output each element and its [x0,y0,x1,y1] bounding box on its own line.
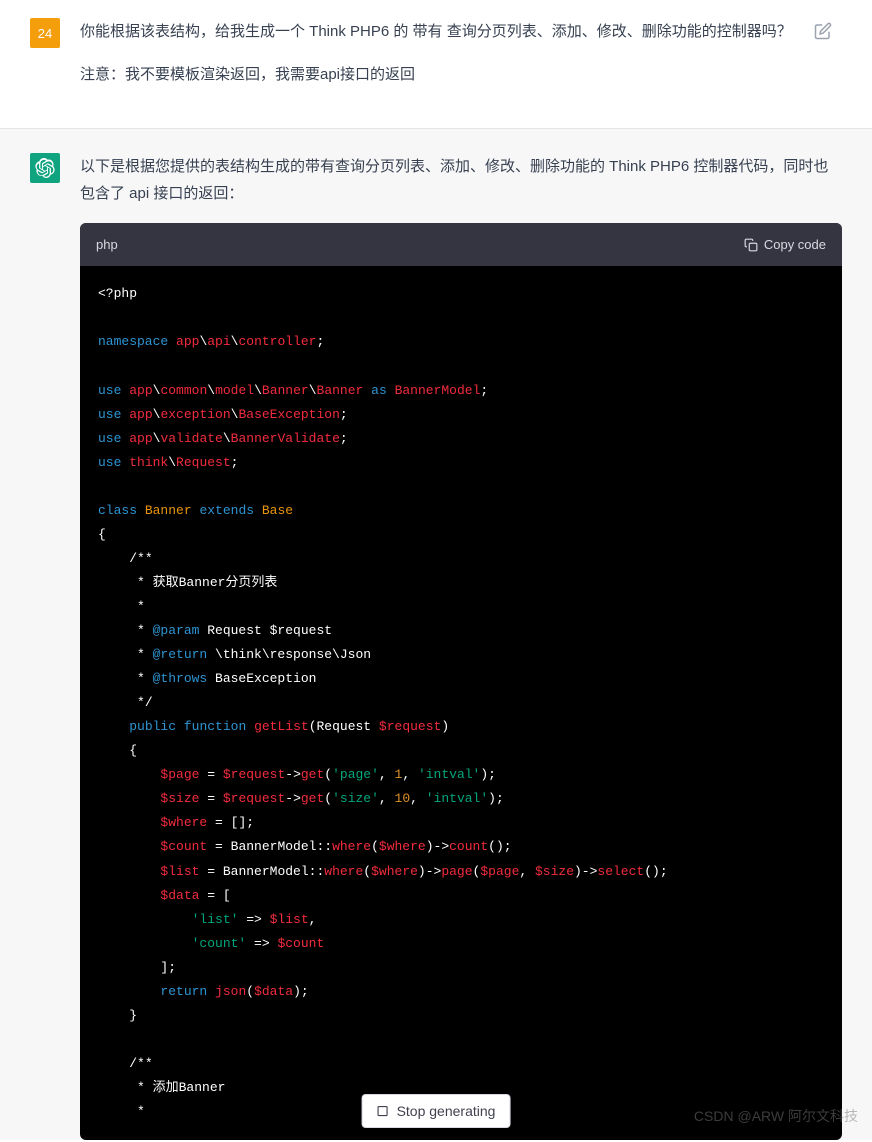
user-text-2: 注意：我不要模板渲染返回，我需要api接口的返回 [80,61,842,88]
user-text-1: 你能根据该表结构，给我生成一个 Think PHP6 的 带有 查询分页列表、添… [80,18,842,45]
code-header: php Copy code [80,223,842,266]
ai-message: 以下是根据您提供的表结构生成的带有查询分页列表、添加、修改、删除功能的 Thin… [0,128,872,1140]
ai-intro: 以下是根据您提供的表结构生成的带有查询分页列表、添加、修改、删除功能的 Thin… [80,153,842,207]
user-content: 你能根据该表结构，给我生成一个 Think PHP6 的 带有 查询分页列表、添… [80,18,842,104]
code-language: php [96,233,118,256]
stop-generating-button[interactable]: Stop generating [362,1094,511,1128]
user-badge: 24 [30,18,60,48]
ai-avatar [30,153,60,183]
ai-content: 以下是根据您提供的表结构生成的带有查询分页列表、添加、修改、删除功能的 Thin… [80,153,842,1140]
code-body: <?php namespace app\api\controller; use … [80,266,842,1140]
user-message: 24 你能根据该表结构，给我生成一个 Think PHP6 的 带有 查询分页列… [0,0,872,128]
watermark: CSDN @ARW 阿尔文科技 [694,1106,858,1126]
stop-label: Stop generating [397,1103,496,1119]
code-block: php Copy code <?php namespace app\api\co… [80,223,842,1140]
copy-label: Copy code [764,233,826,256]
edit-icon[interactable] [814,22,832,45]
copy-button[interactable]: Copy code [744,233,826,256]
